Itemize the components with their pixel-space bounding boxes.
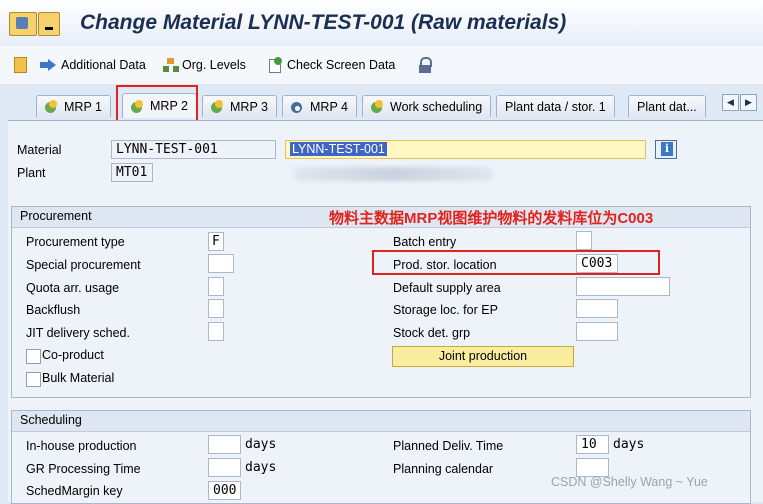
- tab-scroll-right-button[interactable]: ▶: [740, 94, 757, 111]
- info-icon[interactable]: [655, 140, 677, 159]
- inhouse-days-unit: days: [245, 437, 277, 452]
- batch-entry-label: Batch entry: [393, 235, 457, 249]
- tab-label: Plant data / stor. 1: [505, 99, 606, 114]
- application-toolbar: Additional Data Org. Levels Check Screen…: [0, 46, 763, 85]
- storage-loc-ep-label: Storage loc. for EP: [393, 303, 498, 317]
- coproduct-checkbox[interactable]: [26, 349, 41, 364]
- quota-arr-usage-label: Quota arr. usage: [26, 281, 120, 295]
- highlight-prod-stor-box: [372, 250, 660, 275]
- quota-arr-usage-field[interactable]: [208, 277, 224, 296]
- gear-icon: [291, 100, 307, 113]
- special-procurement-label: Special procurement: [26, 258, 141, 272]
- lock-button[interactable]: [418, 56, 435, 74]
- org-levels-button[interactable]: Org. Levels: [163, 56, 246, 74]
- annotation-note: 物料主数据MRP视图维护物料的发料库位为C003: [329, 210, 654, 227]
- check-screen-data-label: Check Screen Data: [287, 58, 396, 72]
- mrp2-content: Material LYNN-TEST-001 LYNN-TEST-001 Pla…: [8, 120, 763, 504]
- tab-strip: MRP 1 MRP 2 MRP 3 MRP 4 Work scheduling …: [0, 84, 763, 120]
- stock-det-grp-label: Stock det. grp: [393, 326, 471, 340]
- planned-deliv-time-field[interactable]: 10: [576, 435, 609, 454]
- jit-delivery-field[interactable]: [208, 322, 224, 341]
- tab-scroll-left-button[interactable]: ◀: [722, 94, 739, 111]
- dropdown-icon[interactable]: [38, 12, 60, 36]
- tab-plant-data-stor-1[interactable]: Plant data / stor. 1: [496, 95, 615, 117]
- tab-mrp-3[interactable]: MRP 3: [202, 95, 277, 117]
- org-structure-icon: [163, 57, 179, 73]
- watermark: CSDN @Shelly Wang ~ Yue: [551, 475, 708, 489]
- bulk-material-label: Bulk Material: [42, 371, 115, 385]
- backflush-label: Backflush: [26, 303, 81, 317]
- jit-delivery-label: JIT delivery sched.: [26, 326, 130, 340]
- coproduct-label: Co-product: [42, 348, 104, 362]
- redacted-plant-text: [293, 167, 493, 181]
- tab-label: MRP 4: [310, 99, 348, 114]
- check-document-icon: [268, 57, 284, 73]
- planning-calendar-label: Planning calendar: [393, 462, 494, 476]
- additional-data-label: Additional Data: [61, 58, 146, 72]
- tab-label: MRP 1: [64, 99, 102, 114]
- gr-processing-label: GR Processing Time: [26, 462, 141, 476]
- material-label: Material: [17, 143, 62, 157]
- plant-field: MT01: [111, 163, 153, 182]
- joint-production-button[interactable]: Joint production: [392, 346, 574, 367]
- tab-label: MRP 3: [230, 99, 268, 114]
- check-screen-data-button[interactable]: Check Screen Data: [268, 56, 395, 74]
- check-icon: [211, 100, 227, 113]
- material-field: LYNN-TEST-001: [111, 140, 276, 159]
- planned-deliv-time-label: Planned Deliv. Time: [393, 439, 504, 453]
- lock-icon: [418, 57, 432, 73]
- check-icon: [45, 100, 61, 113]
- tab-mrp-1[interactable]: MRP 1: [36, 95, 111, 117]
- procurement-title: Procurement: [20, 209, 92, 223]
- check-icon: [371, 100, 387, 113]
- special-procurement-field[interactable]: [208, 254, 234, 273]
- material-description-text: LYNN-TEST-001: [290, 142, 387, 156]
- gr-processing-field[interactable]: [208, 458, 241, 477]
- stock-det-grp-field[interactable]: [576, 322, 618, 341]
- default-supply-area-label: Default supply area: [393, 281, 501, 295]
- backflush-field[interactable]: [208, 299, 224, 318]
- schedmargin-key-field[interactable]: 000: [208, 481, 241, 500]
- tab-mrp-4[interactable]: MRP 4: [282, 95, 357, 117]
- scheduling-group: Scheduling In-house production days GR P…: [11, 410, 751, 504]
- document-icon: [14, 57, 27, 73]
- sap-menu-icon[interactable]: [9, 12, 37, 36]
- window-title: Change Material LYNN-TEST-001 (Raw mater…: [80, 11, 567, 34]
- tab-work-scheduling[interactable]: Work scheduling: [362, 95, 492, 117]
- new-document-button[interactable]: [14, 56, 30, 74]
- inhouse-production-label: In-house production: [26, 439, 137, 453]
- schedmargin-key-label: SchedMargin key: [26, 484, 123, 498]
- procurement-group: Procurement Procurement type F Special p…: [11, 206, 751, 398]
- plant-label: Plant: [17, 166, 46, 180]
- gr-days-unit: days: [245, 460, 277, 475]
- additional-data-button[interactable]: Additional Data: [40, 56, 146, 74]
- planned-deliv-days-unit: days: [613, 437, 645, 452]
- procurement-type-field[interactable]: F: [208, 232, 224, 251]
- title-bar: Change Material LYNN-TEST-001 (Raw mater…: [0, 0, 763, 47]
- batch-entry-field[interactable]: [576, 231, 592, 250]
- org-levels-label: Org. Levels: [182, 58, 246, 72]
- inhouse-production-field[interactable]: [208, 435, 241, 454]
- storage-loc-ep-field[interactable]: [576, 299, 618, 318]
- tab-plant-data-2[interactable]: Plant dat...: [628, 95, 706, 117]
- tab-label: Work scheduling: [390, 99, 483, 114]
- material-description-field[interactable]: LYNN-TEST-001: [285, 140, 646, 159]
- default-supply-area-field[interactable]: [576, 277, 670, 296]
- tab-label: Plant dat...: [637, 99, 697, 114]
- arrow-right-icon: [40, 57, 58, 73]
- scheduling-title: Scheduling: [20, 413, 82, 427]
- bulk-material-checkbox[interactable]: [26, 372, 41, 387]
- scheduling-group-header: Scheduling: [12, 411, 750, 432]
- procurement-type-label: Procurement type: [26, 235, 125, 249]
